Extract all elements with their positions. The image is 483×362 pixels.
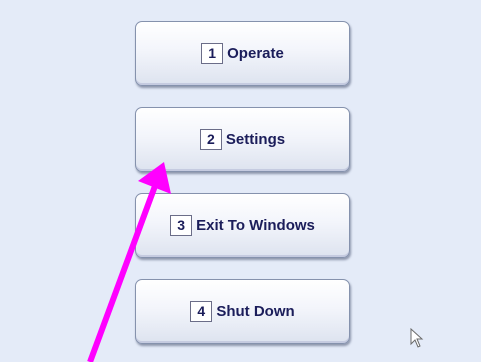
- shortcut-key-1: 1: [201, 43, 224, 64]
- exit-to-windows-button[interactable]: 3 Exit To Windows: [135, 193, 350, 258]
- shortcut-key-4: 4: [190, 301, 213, 322]
- main-menu-screen: 1 Operate 2 Settings 3 Exit To Windows 4…: [0, 0, 483, 362]
- settings-button[interactable]: 2 Settings: [135, 107, 350, 172]
- operate-button[interactable]: 1 Operate: [135, 21, 350, 86]
- shortcut-key-3: 3: [170, 215, 193, 236]
- mouse-pointer-icon: [410, 328, 424, 348]
- shut-down-label: Shut Down: [216, 303, 295, 320]
- settings-label: Settings: [225, 131, 286, 148]
- shortcut-key-2: 2: [199, 129, 222, 150]
- operate-label: Operate: [227, 45, 284, 62]
- shut-down-button[interactable]: 4 Shut Down: [135, 279, 350, 344]
- exit-to-windows-label: Exit To Windows: [196, 217, 315, 234]
